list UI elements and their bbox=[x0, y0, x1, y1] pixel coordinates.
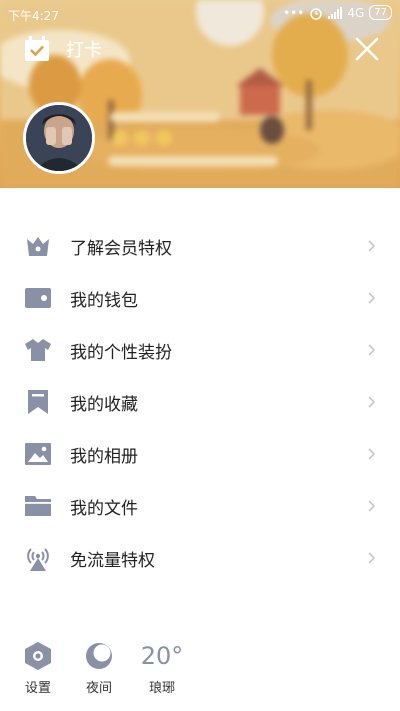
night-mode-button[interactable]: 夜间 bbox=[74, 642, 124, 696]
signal-bars-icon bbox=[328, 6, 343, 19]
chevron-right-icon bbox=[368, 292, 376, 304]
signal-tower-icon bbox=[25, 545, 51, 571]
avatar[interactable] bbox=[23, 102, 95, 174]
menu-item-wallet[interactable]: 我的钱包 bbox=[0, 272, 400, 324]
menu-item-vip[interactable]: 了解会员特权 bbox=[0, 220, 400, 272]
close-icon[interactable] bbox=[354, 36, 380, 62]
menu-label: 我的钱包 bbox=[70, 290, 138, 311]
bottom-bar: 设置 夜间 20° 琅琊 bbox=[0, 640, 400, 711]
temperature-value: 20° bbox=[140, 642, 184, 670]
menu-label: 我的文件 bbox=[70, 498, 138, 519]
weather-city: 琅琊 bbox=[148, 681, 175, 696]
night-mode-label: 夜间 bbox=[85, 681, 112, 696]
battery-level: 77 bbox=[369, 5, 392, 20]
chevron-right-icon bbox=[368, 500, 376, 512]
status-bar: 下午4:27 ••• 4G 77 bbox=[0, 0, 400, 28]
checkin-button[interactable]: 打卡 bbox=[24, 36, 102, 62]
folder-icon bbox=[25, 493, 51, 519]
menu-label: 我的收藏 bbox=[70, 394, 138, 415]
shirt-icon bbox=[25, 337, 51, 363]
avatar-photo bbox=[26, 105, 92, 171]
chevron-right-icon bbox=[368, 448, 376, 460]
menu-label: 我的个性装扮 bbox=[70, 342, 172, 363]
weather-widget[interactable]: 20° 琅琊 bbox=[137, 642, 187, 696]
crown-icon bbox=[25, 233, 51, 259]
menu-item-free-data[interactable]: 免流量特权 bbox=[0, 532, 400, 584]
menu-label: 免流量特权 bbox=[70, 550, 155, 571]
checkin-label: 打卡 bbox=[66, 40, 102, 61]
status-time: 下午4:27 bbox=[8, 9, 59, 23]
settings-label: 设置 bbox=[24, 681, 51, 696]
gear-icon bbox=[24, 642, 52, 670]
moon-icon bbox=[85, 642, 113, 670]
signal-dots-icon: ••• bbox=[283, 5, 305, 20]
chevron-right-icon bbox=[368, 240, 376, 252]
alarm-icon bbox=[310, 7, 323, 20]
chevron-right-icon bbox=[368, 396, 376, 408]
menu-label: 我的相册 bbox=[70, 446, 138, 467]
menu-item-theme[interactable]: 我的个性装扮 bbox=[0, 324, 400, 376]
wallet-icon bbox=[25, 285, 51, 311]
image-icon bbox=[25, 441, 51, 467]
chevron-right-icon bbox=[368, 344, 376, 356]
chevron-right-icon bbox=[368, 552, 376, 564]
menu-item-favorites[interactable]: 我的收藏 bbox=[0, 376, 400, 428]
menu-item-album[interactable]: 我的相册 bbox=[0, 428, 400, 480]
menu-item-files[interactable]: 我的文件 bbox=[0, 480, 400, 532]
bookmark-icon bbox=[25, 389, 51, 415]
network-type: 4G bbox=[347, 5, 365, 20]
menu-label: 了解会员特权 bbox=[70, 238, 172, 259]
side-menu: 了解会员特权 我的钱包 我的个性装扮 我的收藏 我的相册 我的文件 免流量特权 bbox=[0, 220, 400, 584]
calendar-check-icon bbox=[25, 36, 49, 61]
settings-button[interactable]: 设置 bbox=[13, 642, 63, 696]
